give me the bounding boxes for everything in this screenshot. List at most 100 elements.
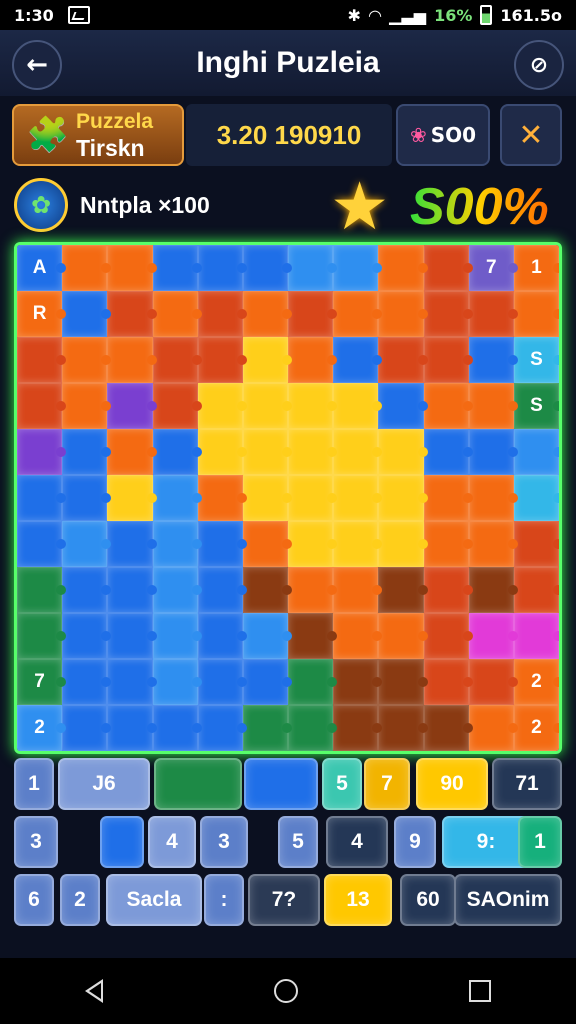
puzzle-tile[interactable] — [242, 337, 293, 383]
puzzle-tile[interactable] — [288, 567, 338, 613]
puzzle-tile[interactable] — [333, 337, 383, 383]
puzzle-tile[interactable] — [62, 337, 112, 383]
puzzle-tile[interactable] — [107, 705, 157, 751]
back-button[interactable]: ← — [12, 40, 62, 90]
puzzle-piece[interactable]: 7? — [248, 874, 320, 926]
puzzle-tile[interactable] — [197, 475, 248, 521]
puzzle-tile[interactable] — [468, 383, 519, 429]
puzzle-tile[interactable]: A — [17, 245, 67, 291]
tools-button[interactable]: ✕ — [500, 104, 562, 166]
puzzle-piece[interactable]: 2 — [60, 874, 100, 926]
puzzle-tile[interactable] — [242, 475, 293, 521]
puzzle-tile[interactable] — [197, 429, 248, 475]
puzzle-tile[interactable] — [107, 613, 157, 659]
puzzle-tile[interactable]: 2 — [17, 705, 67, 751]
puzzle-piece[interactable]: 9 — [394, 816, 436, 868]
nav-back-icon[interactable] — [85, 979, 104, 1003]
puzzle-piece[interactable]: 4 — [326, 816, 388, 868]
puzzle-tile[interactable] — [378, 291, 428, 337]
puzzle-tile[interactable] — [513, 567, 559, 613]
puzzle-tile[interactable] — [378, 659, 428, 705]
puzzle-tile[interactable] — [513, 613, 559, 659]
puzzle-tile[interactable] — [17, 521, 67, 567]
puzzle-piece[interactable]: 71 — [492, 758, 562, 810]
puzzle-tile[interactable] — [152, 613, 202, 659]
puzzle-tile[interactable] — [107, 659, 157, 705]
puzzle-tile[interactable] — [197, 291, 248, 337]
puzzle-tile[interactable] — [333, 291, 383, 337]
puzzle-tile[interactable] — [423, 245, 473, 291]
puzzle-tile[interactable] — [62, 567, 112, 613]
puzzle-tile[interactable] — [152, 383, 202, 429]
puzzle-tile[interactable] — [468, 613, 519, 659]
puzzle-tile[interactable] — [107, 429, 157, 475]
puzzle-tile[interactable] — [62, 291, 112, 337]
puzzle-tile[interactable]: S — [513, 383, 559, 429]
puzzle-tile[interactable] — [242, 429, 293, 475]
puzzle-tile[interactable] — [378, 383, 428, 429]
puzzle-tile[interactable] — [288, 659, 338, 705]
puzzle-tile[interactable] — [333, 705, 383, 751]
puzzle-tile[interactable] — [423, 659, 473, 705]
puzzle-tile[interactable] — [333, 659, 383, 705]
puzzle-tile[interactable]: S — [513, 337, 559, 383]
puzzle-tile[interactable] — [197, 383, 248, 429]
puzzle-tile[interactable] — [242, 245, 293, 291]
puzzle-tile[interactable] — [423, 383, 473, 429]
puzzle-tile[interactable] — [152, 475, 202, 521]
puzzle-tile[interactable] — [152, 245, 202, 291]
puzzle-tile[interactable] — [152, 659, 202, 705]
puzzle-tile[interactable] — [152, 429, 202, 475]
puzzle-tile[interactable] — [17, 567, 67, 613]
puzzle-tile[interactable] — [242, 705, 293, 751]
puzzle-tile[interactable] — [17, 613, 67, 659]
puzzle-tile[interactable] — [152, 705, 202, 751]
puzzle-tile[interactable] — [513, 475, 559, 521]
puzzle-piece[interactable]: J6 — [58, 758, 150, 810]
puzzle-tile[interactable] — [288, 613, 338, 659]
puzzle-tile[interactable] — [288, 291, 338, 337]
puzzle-tile[interactable] — [468, 291, 519, 337]
puzzle-tile[interactable] — [62, 475, 112, 521]
puzzle-tile[interactable] — [197, 521, 248, 567]
puzzle-tile[interactable] — [333, 521, 383, 567]
puzzle-tile[interactable] — [152, 337, 202, 383]
puzzle-tile[interactable] — [288, 337, 338, 383]
puzzle-tile[interactable] — [513, 291, 559, 337]
puzzle-tile[interactable] — [62, 429, 112, 475]
puzzle-tile[interactable] — [197, 705, 248, 751]
puzzle-tile[interactable] — [378, 245, 428, 291]
puzzle-tile[interactable] — [107, 475, 157, 521]
puzzle-piece[interactable]: 3 — [200, 816, 248, 868]
puzzle-tile[interactable] — [423, 475, 473, 521]
puzzle-tile[interactable] — [423, 291, 473, 337]
puzzle-piece[interactable]: 5 — [278, 816, 318, 868]
puzzle-tile[interactable] — [378, 429, 428, 475]
puzzle-tile[interactable] — [242, 521, 293, 567]
puzzle-tile[interactable] — [288, 475, 338, 521]
puzzle-tile[interactable] — [62, 245, 112, 291]
puzzle-tile[interactable] — [62, 521, 112, 567]
puzzle-tile[interactable] — [288, 705, 338, 751]
puzzle-tile[interactable]: 2 — [513, 659, 559, 705]
puzzle-tile[interactable] — [513, 429, 559, 475]
puzzle-tile[interactable] — [378, 337, 428, 383]
puzzle-piece[interactable]: 7 — [364, 758, 410, 810]
puzzle-tile[interactable]: 2 — [513, 705, 559, 751]
puzzle-tile[interactable] — [62, 383, 112, 429]
puzzle-tile[interactable] — [197, 245, 248, 291]
puzzle-tile[interactable] — [107, 245, 157, 291]
puzzle-piece[interactable]: Sacla — [106, 874, 202, 926]
puzzle-tile[interactable] — [62, 705, 112, 751]
puzzle-tile[interactable]: R — [17, 291, 67, 337]
puzzle-tile[interactable] — [423, 337, 473, 383]
puzzle-tile[interactable] — [378, 567, 428, 613]
puzzle-tile[interactable] — [62, 613, 112, 659]
puzzle-piece[interactable]: 1 — [14, 758, 54, 810]
puzzle-tile[interactable] — [333, 567, 383, 613]
puzzle-tile[interactable] — [378, 705, 428, 751]
puzzle-piece[interactable] — [154, 758, 242, 810]
puzzle-tile[interactable] — [468, 475, 519, 521]
coins-button[interactable]: ❀ SO0 — [396, 104, 490, 166]
puzzle-tile[interactable] — [242, 383, 293, 429]
